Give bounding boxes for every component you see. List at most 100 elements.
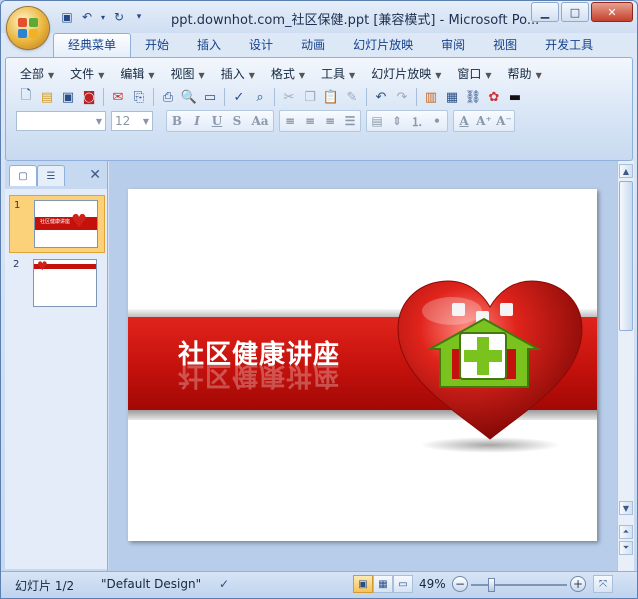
- insert-chart-icon[interactable]: ▥: [421, 87, 441, 107]
- paste-icon[interactable]: 📋: [321, 87, 341, 107]
- font-size-combo[interactable]: 12 ▼: [111, 111, 153, 131]
- open-folder-icon[interactable]: ▤: [37, 87, 57, 107]
- tab-design[interactable]: 设计: [235, 33, 287, 57]
- heart-health-icon: [397, 280, 583, 453]
- spelling-icon[interactable]: ✓: [229, 87, 249, 107]
- save-icon[interactable]: ▣: [58, 87, 78, 107]
- tab-view[interactable]: 视图: [479, 33, 531, 57]
- underline-icon[interactable]: U: [207, 111, 227, 131]
- clip-art-icon[interactable]: ✿: [484, 87, 504, 107]
- chevron-down-icon: ▼: [48, 71, 55, 80]
- fit-to-window-icon[interactable]: ⤧: [593, 575, 613, 593]
- menu-tools-label: 工具: [321, 67, 346, 81]
- scroll-down-icon[interactable]: ▼: [619, 501, 633, 515]
- menu-window[interactable]: 窗口 ▼: [451, 65, 501, 83]
- minimize-button[interactable]: ▁: [531, 2, 559, 22]
- research-icon[interactable]: ⌕: [250, 87, 270, 107]
- italic-icon[interactable]: I: [187, 111, 207, 131]
- line-spacing-icon[interactable]: ⇕: [387, 111, 407, 131]
- permission-icon[interactable]: ◙: [79, 87, 99, 107]
- print-icon[interactable]: ⎙: [158, 87, 178, 107]
- font-color-icon[interactable]: A: [454, 111, 474, 131]
- close-pane-icon[interactable]: ✕: [89, 167, 101, 183]
- undo-dropdown-icon[interactable]: ▾: [99, 9, 107, 25]
- shadow-icon[interactable]: S: [227, 111, 247, 131]
- chevron-down-icon: ▼: [298, 71, 306, 80]
- menu-all[interactable]: 全部 ▼: [14, 65, 64, 83]
- tab-developer[interactable]: 开发工具: [531, 33, 607, 57]
- text-box-icon[interactable]: ▤: [367, 111, 387, 131]
- slide-show-icon[interactable]: ▭: [393, 575, 413, 593]
- zoom-level[interactable]: 49%: [419, 577, 446, 591]
- previous-slide-icon[interactable]: ⏶: [619, 525, 633, 539]
- quick-access-toolbar: ▣ ↶ ▾ ↻ ▾: [59, 9, 147, 25]
- outline-tab-icon[interactable]: ☰: [37, 165, 65, 186]
- grow-font-icon[interactable]: A⁺: [474, 111, 494, 131]
- close-button[interactable]: ✕: [591, 2, 633, 22]
- chevron-down-icon: ▼: [435, 71, 442, 80]
- chevron-down-icon: ▼: [148, 71, 155, 80]
- font-name-combo[interactable]: ▼: [16, 111, 106, 131]
- format-painter-icon[interactable]: ✎: [342, 87, 362, 107]
- zoom-slider-handle[interactable]: [488, 578, 495, 592]
- print-preview-icon[interactable]: 🔍: [179, 87, 199, 107]
- slide-view-icon[interactable]: ▭: [200, 87, 220, 107]
- scroll-thumb[interactable]: [619, 181, 633, 331]
- tab-slide-show[interactable]: 幻灯片放映: [339, 33, 427, 57]
- tab-home[interactable]: 开始: [131, 33, 183, 57]
- color-grayscale-icon[interactable]: ▬: [505, 87, 525, 107]
- save-icon[interactable]: ▣: [59, 9, 75, 25]
- menu-tools[interactable]: 工具 ▼: [315, 65, 365, 83]
- menu-file[interactable]: 文件 ▼: [64, 65, 114, 83]
- slides-tab-icon[interactable]: ▢: [9, 165, 37, 186]
- slide-thumbnail-image: 社区健康讲座 ♥: [34, 200, 98, 248]
- slide-canvas[interactable]: 社区健康讲座 社区健康讲座: [128, 189, 597, 541]
- undo-icon[interactable]: ↶: [79, 9, 95, 25]
- align-right-icon[interactable]: ≡: [320, 111, 340, 131]
- tab-review[interactable]: 审阅: [427, 33, 479, 57]
- hyperlink-icon[interactable]: ⛓: [463, 87, 483, 107]
- mail-icon[interactable]: ✉: [108, 87, 128, 107]
- publish-pdf-icon[interactable]: ⎘: [129, 87, 149, 107]
- customize-qat-icon[interactable]: ▾: [131, 9, 147, 25]
- slide-thumbnail[interactable]: 2 ♥: [9, 255, 103, 311]
- tab-animations[interactable]: 动画: [287, 33, 339, 57]
- zoom-out-icon[interactable]: −: [452, 576, 468, 592]
- insert-table-icon[interactable]: ▦: [442, 87, 462, 107]
- bullets-icon[interactable]: •: [427, 111, 447, 131]
- menu-slide-show[interactable]: 幻灯片放映 ▼: [365, 65, 451, 83]
- menu-format[interactable]: 格式 ▼: [265, 65, 315, 83]
- change-case-icon[interactable]: Aa: [247, 111, 273, 131]
- maximize-button[interactable]: □: [561, 2, 589, 22]
- cut-icon[interactable]: ✂: [279, 87, 299, 107]
- justify-icon[interactable]: ☰: [340, 111, 360, 131]
- new-document-icon[interactable]: 🗋: [16, 87, 36, 107]
- menu-window-label: 窗口: [457, 67, 482, 81]
- numbering-icon[interactable]: ⒈: [407, 111, 427, 131]
- tab-classic-menu[interactable]: 经典菜单: [53, 33, 132, 57]
- align-left-icon[interactable]: ≡: [280, 111, 300, 131]
- menu-help[interactable]: 帮助 ▼: [502, 65, 552, 83]
- next-slide-icon[interactable]: ⏷: [619, 541, 633, 555]
- spelling-status-icon[interactable]: ✓: [219, 577, 229, 591]
- shrink-font-icon[interactable]: A⁻: [494, 111, 514, 131]
- office-button[interactable]: [7, 7, 49, 49]
- slide-thumbnail[interactable]: 1 社区健康讲座 ♥: [9, 195, 105, 253]
- slide-sorter-icon[interactable]: ▦: [373, 575, 393, 593]
- align-center-icon[interactable]: ≡: [300, 111, 320, 131]
- scroll-up-icon[interactable]: ▲: [619, 164, 633, 178]
- zoom-slider-track[interactable]: [471, 584, 567, 586]
- zoom-in-icon[interactable]: +: [570, 576, 586, 592]
- redo-icon[interactable]: ↷: [392, 87, 412, 107]
- normal-view-icon[interactable]: ▣: [353, 575, 373, 593]
- menu-view[interactable]: 视图 ▼: [165, 65, 215, 83]
- redo-icon[interactable]: ↻: [111, 9, 127, 25]
- bold-icon[interactable]: B: [167, 111, 187, 131]
- undo-icon[interactable]: ↶: [371, 87, 391, 107]
- vertical-scrollbar[interactable]: ▲ ▼ ⏶ ⏷: [617, 161, 634, 571]
- menu-insert[interactable]: 插入 ▼: [215, 65, 265, 83]
- tab-insert[interactable]: 插入: [183, 33, 235, 57]
- copy-icon[interactable]: ❐: [300, 87, 320, 107]
- chevron-down-icon: ▼: [95, 116, 102, 126]
- menu-edit[interactable]: 编辑 ▼: [114, 65, 164, 83]
